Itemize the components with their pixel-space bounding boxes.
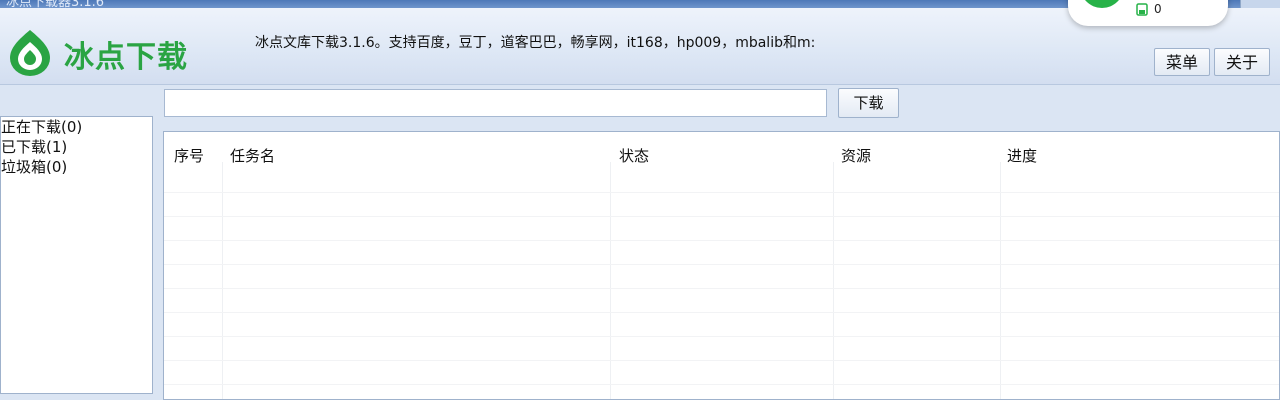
row-divider	[164, 360, 1279, 361]
row-divider	[164, 216, 1279, 217]
wifi-badge	[1080, 0, 1124, 8]
url-input[interactable]	[164, 89, 827, 117]
sidebar-item-downloading[interactable]: 正在下载(0)	[1, 117, 152, 137]
column-header-index[interactable]: 序号	[174, 145, 204, 166]
app-tagline: 冰点文库下载3.1.6。支持百度，豆丁，道客巴巴，畅享网，it168，hp009…	[255, 35, 816, 51]
column-header-task-name[interactable]: 任务名	[230, 145, 275, 166]
window-controls[interactable]	[1240, 0, 1280, 8]
app-logo-text: 冰点下载	[64, 40, 188, 75]
app-logo-icon	[10, 30, 50, 76]
notification-count: 0	[1154, 2, 1162, 16]
battery-icon	[1136, 3, 1148, 16]
column-divider	[610, 162, 611, 399]
category-sidebar: 正在下载(0) 已下载(1) 垃圾箱(0)	[0, 116, 153, 394]
sidebar-item-trash[interactable]: 垃圾箱(0)	[1, 157, 152, 177]
row-divider	[164, 264, 1279, 265]
column-header-progress[interactable]: 进度	[1007, 145, 1037, 166]
row-divider	[164, 288, 1279, 289]
row-divider	[164, 192, 1279, 193]
task-table: 序号 任务名 状态 资源 进度	[163, 131, 1280, 400]
network-status-popup: 0	[1068, 0, 1228, 26]
column-divider	[222, 162, 223, 399]
window-title: 冰点下载器3.1.6	[6, 0, 105, 8]
menu-button[interactable]: 菜单	[1154, 48, 1210, 76]
column-divider	[1000, 162, 1001, 399]
about-button[interactable]: 关于	[1214, 48, 1270, 76]
sidebar-item-downloaded[interactable]: 已下载(1)	[1, 137, 152, 157]
column-header-source[interactable]: 资源	[841, 145, 871, 166]
column-header-status[interactable]: 状态	[619, 145, 649, 166]
row-divider	[164, 336, 1279, 337]
row-divider	[164, 384, 1279, 385]
row-divider	[164, 312, 1279, 313]
column-divider	[833, 162, 834, 399]
download-button[interactable]: 下载	[838, 88, 899, 118]
row-divider	[164, 240, 1279, 241]
